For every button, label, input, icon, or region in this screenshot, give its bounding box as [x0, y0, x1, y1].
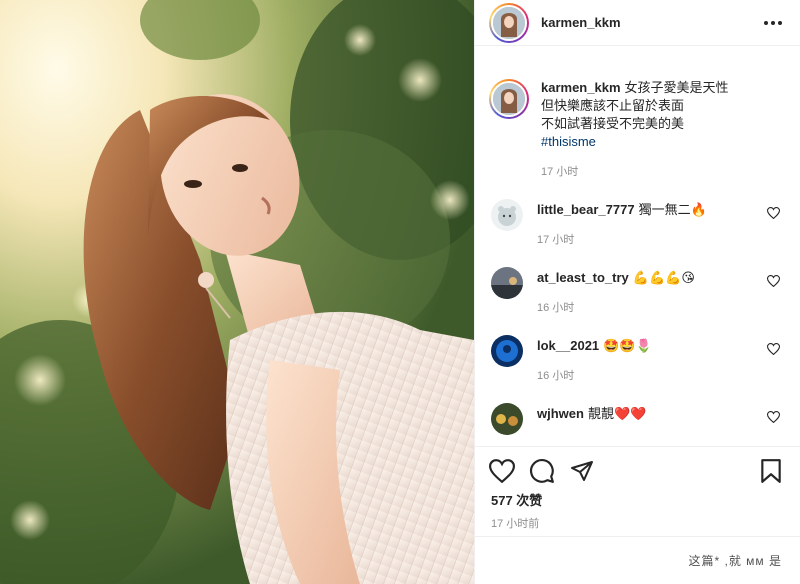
comment-body: at_least_to_try 💪💪💪😘 16 小时 — [537, 267, 786, 317]
save-bookmark-icon[interactable] — [760, 458, 782, 484]
dot-icon — [778, 20, 782, 25]
caption-line-1: 女孩子愛美是天性 — [624, 80, 729, 95]
comment-text: 💪💪💪😘 — [632, 270, 695, 285]
like-comment-heart-icon[interactable] — [766, 275, 781, 290]
commenter-avatar[interactable] — [491, 267, 523, 299]
comment-time: 16 小时 — [537, 302, 575, 314]
comment-body: lok__2021 🤩🤩🌷 16 小时 — [537, 335, 786, 385]
post-photo[interactable] — [0, 0, 474, 584]
comment-item: at_least_to_try 💪💪💪😘 16 小时 — [489, 267, 786, 317]
comment-time: 17 小时 — [537, 234, 575, 246]
dot-icon — [764, 20, 768, 25]
author-avatar[interactable] — [489, 2, 529, 43]
like-comment-heart-icon[interactable] — [766, 207, 781, 222]
likes-count[interactable]: 577 次赞 — [491, 490, 542, 509]
author-username[interactable]: karmen_kkm — [541, 15, 621, 30]
comment-body: little_bear_7777 獨一無二🔥 17 小时 — [537, 199, 786, 249]
caption-avatar-image — [493, 83, 525, 115]
post-side-panel: karmen_kkm karmen_kkm 女孩子愛美是天性 但快樂應該不止留於… — [474, 0, 800, 584]
more-options-button[interactable] — [760, 17, 786, 29]
commenter-username[interactable]: little_bear_7777 — [537, 202, 635, 217]
caption-avatar[interactable] — [489, 79, 529, 119]
commenter-username[interactable]: wjhwen — [537, 406, 584, 421]
bear-avatar-icon — [491, 199, 523, 231]
dot-icon — [771, 20, 775, 25]
blue-avatar-icon — [491, 335, 523, 367]
post-timestamp: 17 小时前 — [491, 518, 540, 530]
comment-item: lok__2021 🤩🤩🌷 16 小时 — [489, 335, 786, 385]
post-header: karmen_kkm — [475, 0, 800, 46]
instagram-post-dialog: karmen_kkm karmen_kkm 女孩子愛美是天性 但快樂應該不止留於… — [0, 0, 800, 584]
comment-item: wjhwen 靚靚❤️❤️ — [489, 403, 786, 435]
watermark-text: 这篇* ,就 ᴍᴍ 是 — [688, 554, 782, 568]
caption-username[interactable]: karmen_kkm — [541, 80, 621, 95]
hashtag-link[interactable]: #thisisme — [541, 133, 729, 151]
commenter-avatar[interactable] — [491, 403, 523, 435]
comments-list[interactable]: karmen_kkm 女孩子愛美是天性 但快樂應該不止留於表面 不如試著接受不完美… — [475, 47, 800, 447]
like-comment-heart-icon[interactable] — [766, 343, 781, 358]
comment-bubble-icon[interactable] — [529, 458, 555, 484]
comment-item: little_bear_7777 獨一無二🔥 17 小时 — [489, 199, 786, 249]
commenter-username[interactable]: at_least_to_try — [537, 270, 629, 285]
comment-text: 獨一無二🔥 — [638, 202, 707, 217]
like-heart-icon[interactable] — [489, 458, 515, 483]
post-caption: karmen_kkm 女孩子愛美是天性 但快樂應該不止留於表面 不如試著接受不完美… — [489, 47, 786, 181]
commenter-avatar[interactable] — [491, 199, 523, 231]
commenter-avatar[interactable] — [491, 335, 523, 367]
post-actions-bar — [475, 446, 800, 494]
caption-line-2: 但快樂應該不止留於表面 — [541, 98, 685, 113]
share-paper-plane-icon[interactable] — [569, 459, 595, 483]
caption-body: karmen_kkm 女孩子愛美是天性 但快樂應該不止留於表面 不如試著接受不完美… — [541, 79, 729, 181]
portrait-image — [0, 0, 474, 584]
group-avatar-icon — [491, 403, 523, 435]
commenter-username[interactable]: lok__2021 — [537, 338, 599, 353]
comment-text: 靚靚❤️❤️ — [587, 406, 647, 421]
like-comment-heart-icon[interactable] — [766, 411, 781, 426]
sunset-avatar-icon — [491, 267, 523, 299]
author-avatar-image — [493, 6, 525, 39]
comment-text: 🤩🤩🌷 — [603, 338, 652, 353]
comment-time: 16 小时 — [537, 370, 575, 382]
comment-body: wjhwen 靚靚❤️❤️ — [537, 403, 786, 423]
caption-line-3: 不如試著接受不完美的美 — [541, 116, 685, 131]
caption-time: 17 小时 — [541, 166, 579, 178]
